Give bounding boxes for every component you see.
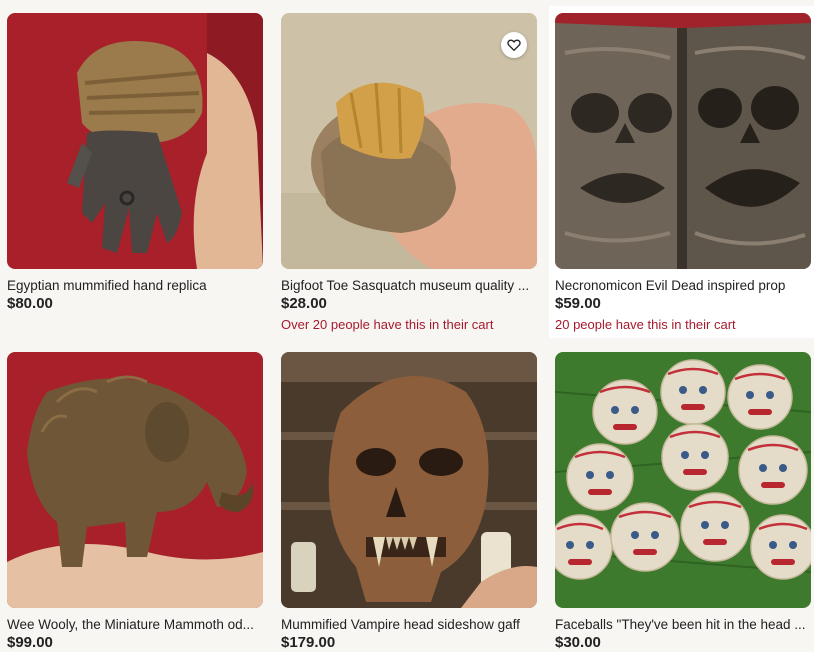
listing-title[interactable]: Bigfoot Toe Sasquatch museum quality ... <box>281 278 537 294</box>
listing-image[interactable] <box>7 352 263 608</box>
mummified-hand-image <box>7 13 263 269</box>
miniature-mammoth-image <box>7 352 263 608</box>
listing-card[interactable]: Faceballs "They've been hit in the head … <box>555 352 813 652</box>
listing-price: $99.00 <box>7 634 53 651</box>
listing-card[interactable]: Wee Wooly, the Miniature Mammoth od... $… <box>7 352 265 652</box>
listing-price: $28.00 <box>281 295 327 312</box>
vampire-head-image <box>281 352 537 608</box>
cart-notice: Over 20 people have this in their cart <box>281 317 494 332</box>
listing-title[interactable]: Mummified Vampire head sideshow gaff <box>281 617 537 633</box>
listing-image[interactable] <box>7 13 263 269</box>
listing-price: $80.00 <box>7 295 53 312</box>
listing-price: $59.00 <box>555 295 601 312</box>
listing-card[interactable]: Bigfoot Toe Sasquatch museum quality ...… <box>281 13 539 335</box>
listing-card[interactable]: Necronomicon Evil Dead inspired prop $59… <box>549 6 814 338</box>
cart-notice: 20 people have this in their cart <box>555 317 736 332</box>
faceballs-image <box>555 352 811 608</box>
bigfoot-toe-image <box>281 13 537 269</box>
listing-image[interactable] <box>281 13 537 269</box>
listing-image[interactable] <box>555 13 811 269</box>
favorite-button[interactable] <box>501 32 527 58</box>
listing-image[interactable] <box>555 352 811 608</box>
listing-title[interactable]: Wee Wooly, the Miniature Mammoth od... <box>7 617 263 633</box>
listing-image[interactable] <box>281 352 537 608</box>
listing-title[interactable]: Necronomicon Evil Dead inspired prop <box>555 278 811 294</box>
listing-card[interactable]: Egyptian mummified hand replica $80.00 <box>7 13 265 313</box>
necronomicon-image <box>555 13 811 269</box>
listing-title[interactable]: Egyptian mummified hand replica <box>7 278 263 294</box>
listing-price: $30.00 <box>555 634 601 651</box>
listing-title[interactable]: Faceballs "They've been hit in the head … <box>555 617 811 633</box>
listing-card[interactable]: Mummified Vampire head sideshow gaff $17… <box>281 352 539 652</box>
listing-price: $179.00 <box>281 634 336 651</box>
heart-outline-icon <box>507 39 521 51</box>
